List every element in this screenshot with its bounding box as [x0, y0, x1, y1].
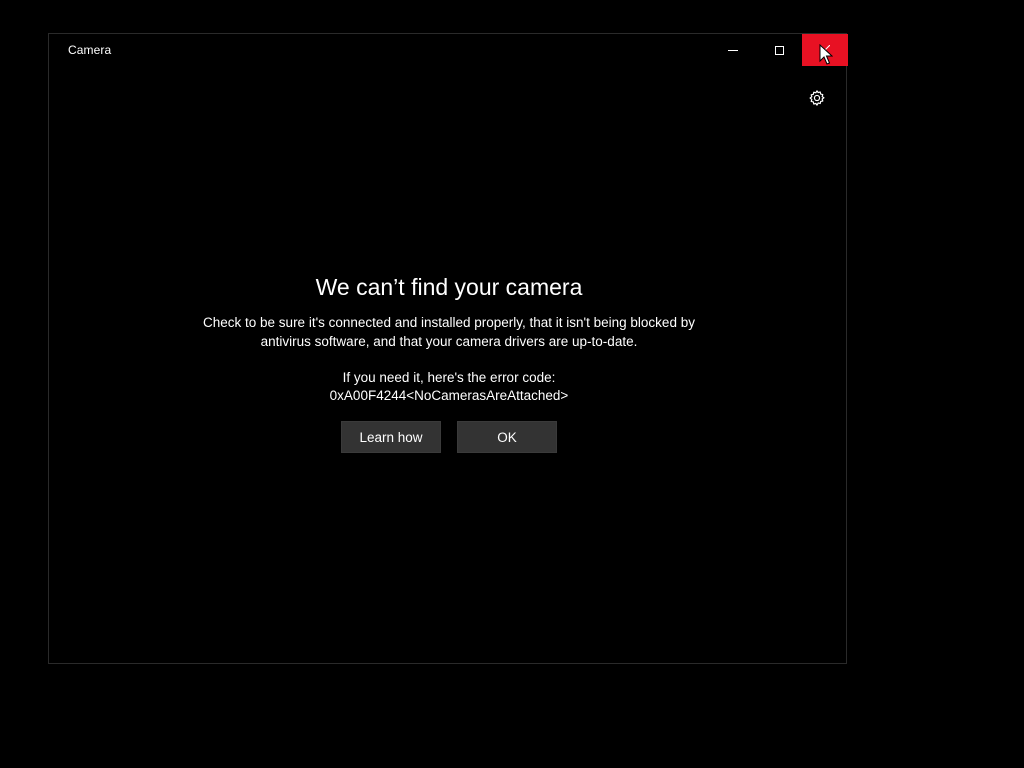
- error-code-block: If you need it, here's the error code: 0…: [49, 369, 849, 405]
- learn-how-button[interactable]: Learn how: [341, 421, 441, 453]
- error-panel: We can’t find your camera Check to be su…: [49, 34, 846, 663]
- error-code-intro: If you need it, here's the error code:: [342, 370, 556, 385]
- error-heading: We can’t find your camera: [315, 274, 583, 300]
- ok-button[interactable]: OK: [457, 421, 557, 453]
- camera-window: Camera We can’t find your camera Check t…: [48, 33, 848, 664]
- error-code: 0xA00F4244<NoCamerasAreAttached>: [329, 388, 569, 403]
- error-description: Check to be sure it's connected and inst…: [203, 315, 695, 349]
